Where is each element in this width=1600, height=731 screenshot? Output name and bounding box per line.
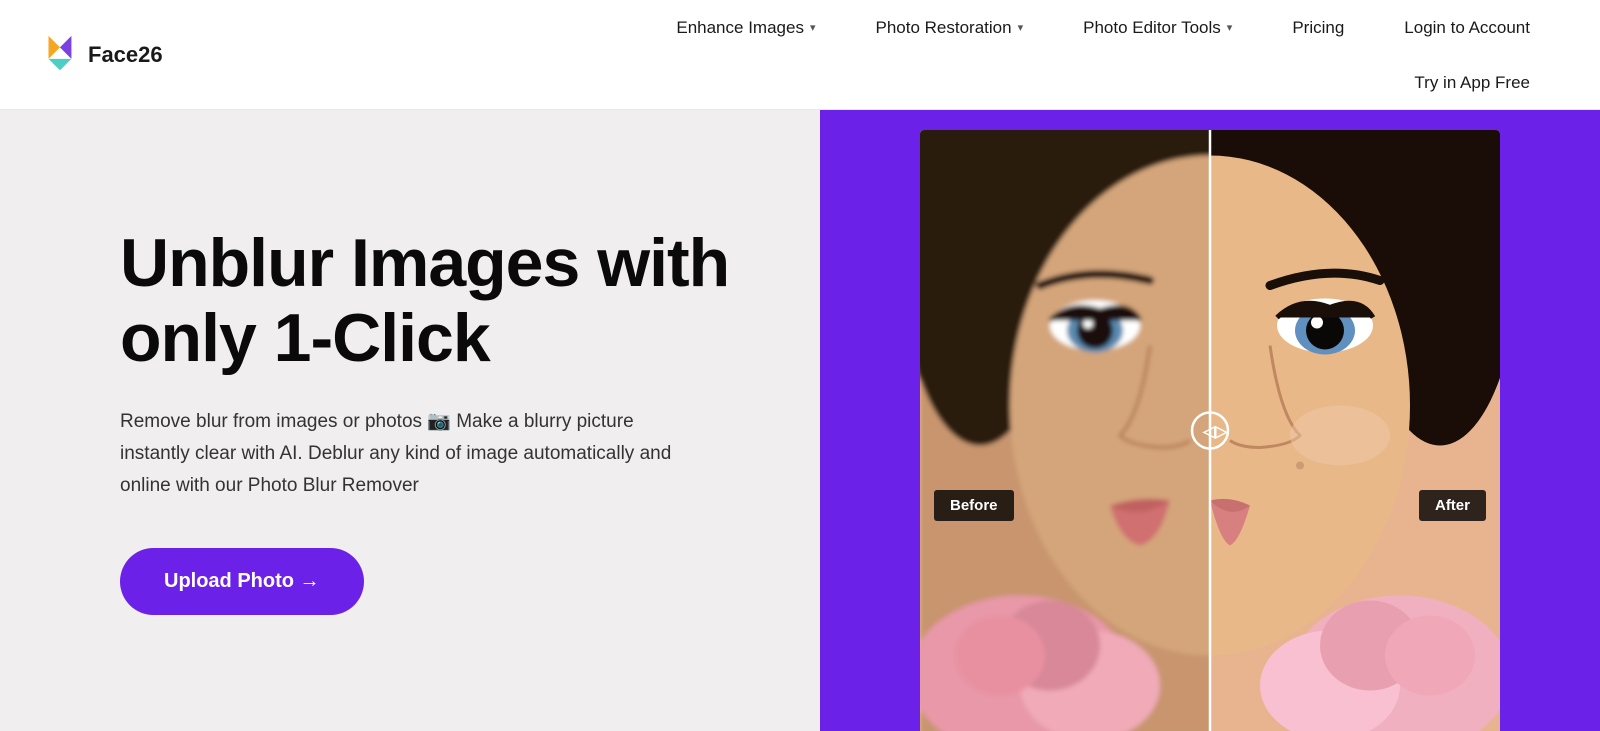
nav-enhance-images[interactable]: Enhance Images ▾: [646, 18, 845, 38]
hero-description: Remove blur from images or photos 📷 Make…: [120, 406, 700, 503]
logo-text: Face26: [88, 42, 163, 68]
nav-login[interactable]: Login to Account: [1374, 18, 1560, 38]
nav-area: Enhance Images ▾ Photo Restoration ▾ Pho…: [646, 0, 1560, 110]
logo-icon: [40, 34, 78, 76]
nav-top: Enhance Images ▾ Photo Restoration ▾ Pho…: [646, 0, 1560, 55]
nav-try-app[interactable]: Try in App Free: [1384, 73, 1560, 93]
restoration-chevron-icon: ▾: [1018, 21, 1024, 34]
hero-title: Unblur Images with only 1-Click: [120, 226, 740, 376]
nav-photo-restoration[interactable]: Photo Restoration ▾: [845, 18, 1053, 38]
header: Face26 Enhance Images ▾ Photo Restoratio…: [0, 0, 1600, 110]
main-content: Unblur Images with only 1-Click Remove b…: [0, 110, 1600, 731]
image-compare-wrapper: ◁▷ Before After: [920, 130, 1500, 731]
logo-area[interactable]: Face26: [40, 34, 163, 76]
upload-photo-button[interactable]: Upload Photo →: [120, 548, 364, 615]
nav-bottom: Try in App Free: [646, 55, 1560, 110]
hero-section: Unblur Images with only 1-Click Remove b…: [0, 110, 820, 731]
nav-photo-editor-tools[interactable]: Photo Editor Tools ▾: [1053, 18, 1262, 38]
enhance-chevron-icon: ▾: [810, 21, 816, 34]
portrait-svg: ◁▷: [920, 130, 1500, 731]
after-label: After: [1419, 490, 1486, 521]
nav-pricing[interactable]: Pricing: [1262, 18, 1374, 38]
before-label: Before: [934, 490, 1014, 521]
right-section: ◁▷ Before After: [820, 110, 1600, 731]
tools-chevron-icon: ▾: [1227, 21, 1233, 34]
svg-text:◁▷: ◁▷: [1202, 424, 1228, 441]
